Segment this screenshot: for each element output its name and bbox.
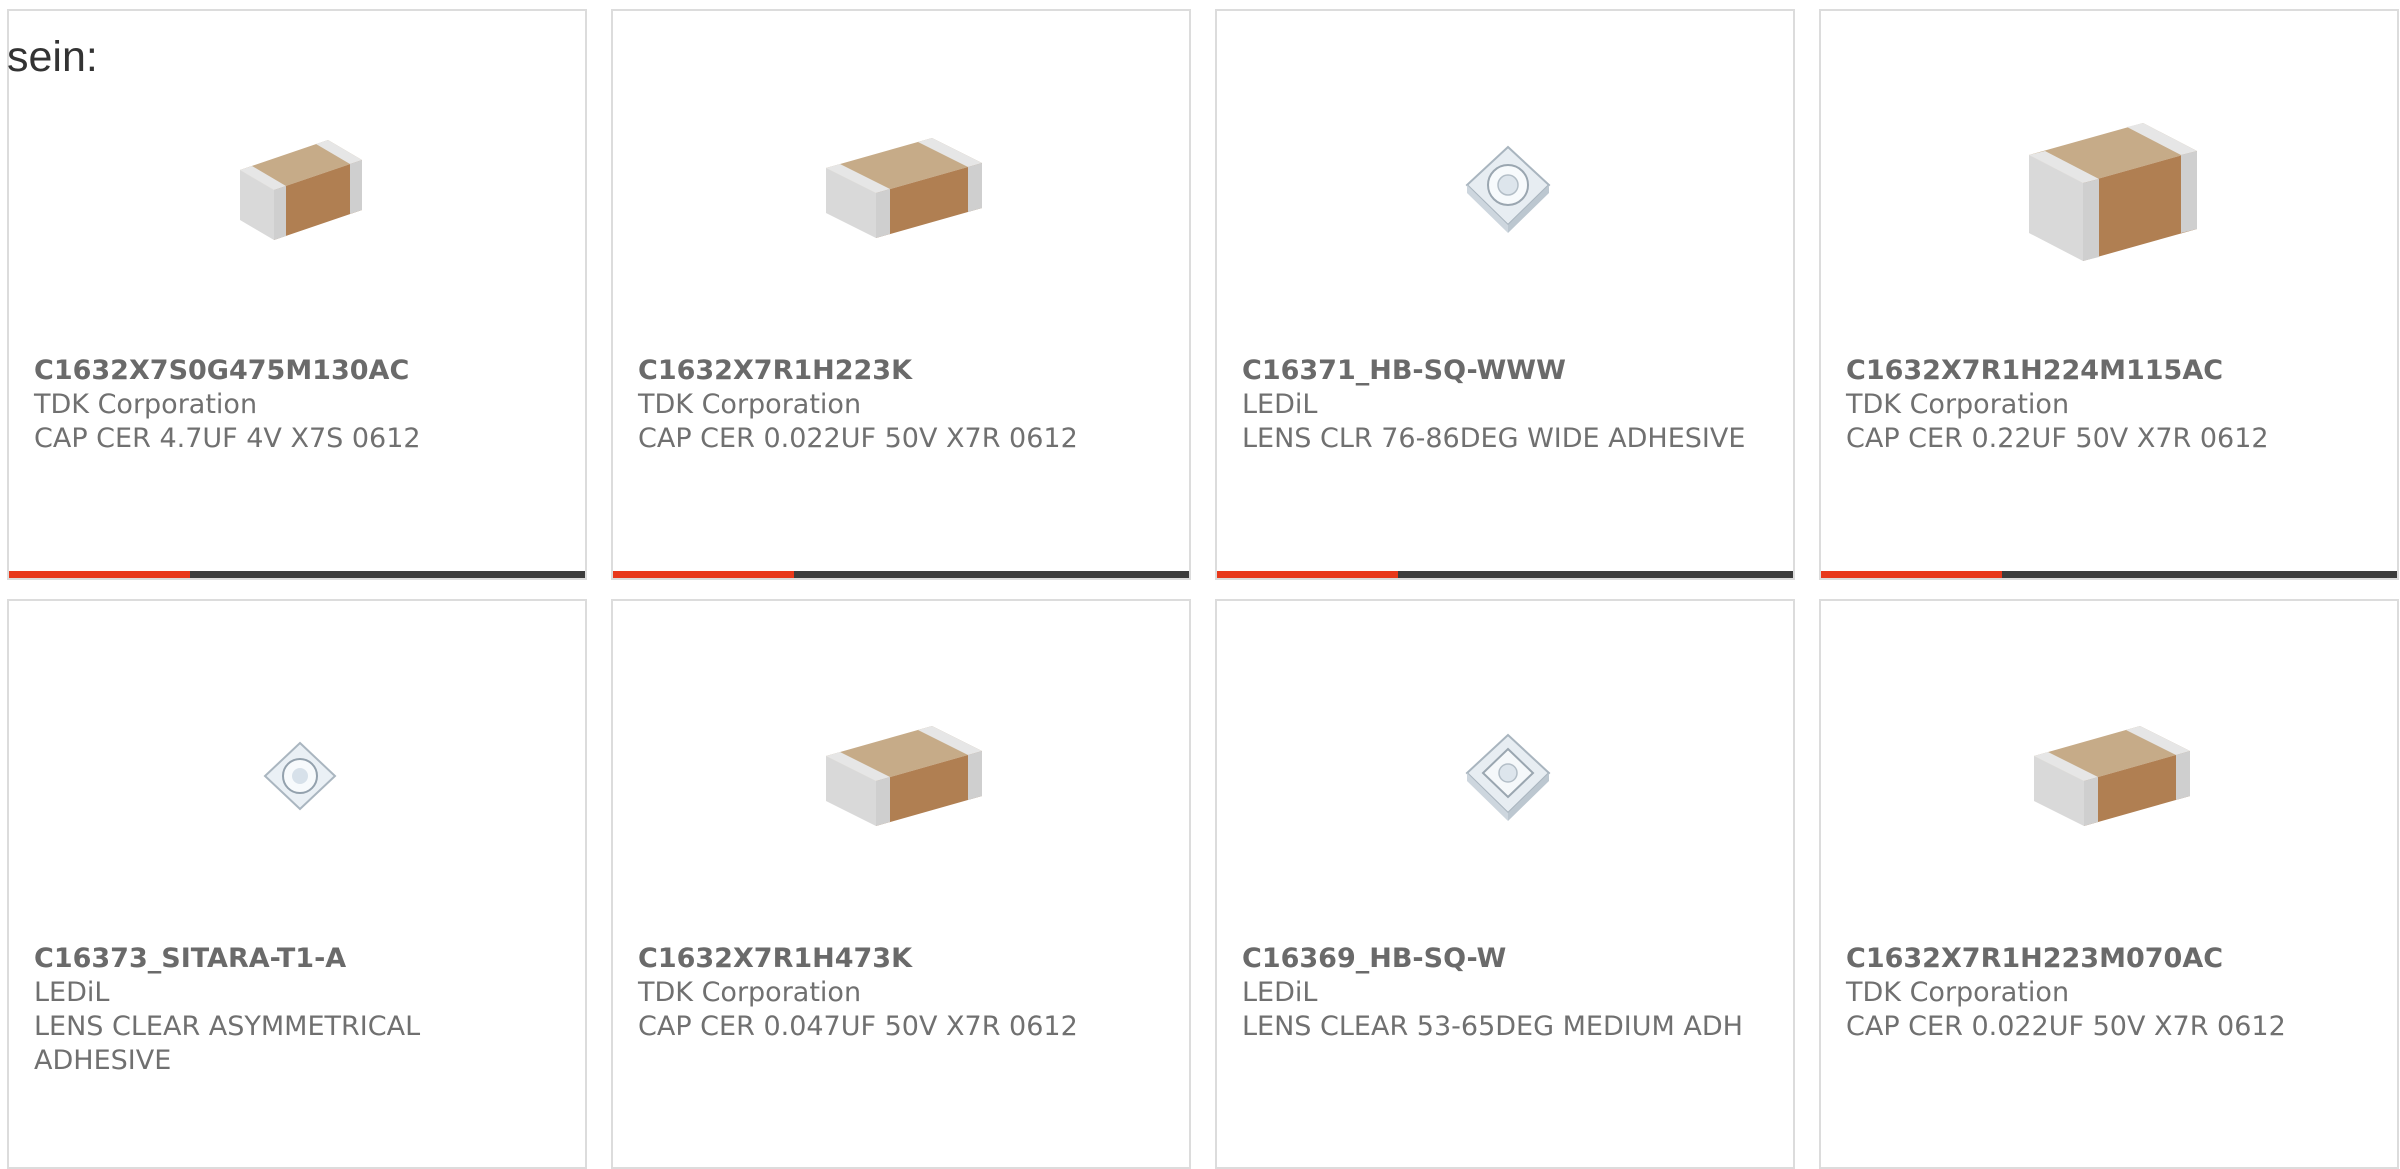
product-card[interactable]: C16373_SITARA-T1-A LEDiL LENS CLEAR ASYM… [7,599,587,1169]
manufacturer: LEDiL [1242,389,1318,420]
manufacturer: LEDiL [34,977,110,1008]
description: LENS CLR 76-86DEG WIDE ADHESIVE [1242,423,1746,454]
description: LENS CLEAR 53-65DEG MEDIUM ADH [1242,1011,1743,1042]
ceramic-capacitor-icon [2007,671,2217,881]
manufacturer: TDK Corporation [1846,389,2070,420]
product-card[interactable]: C1632X7S0G475M130AC TDK Corporation CAP … [7,9,587,580]
description: CAP CER 0.047UF 50V X7R 0612 [638,1011,1078,1042]
product-card[interactable]: C16369_HB-SQ-W LEDiL LENS CLEAR 53-65DEG… [1215,599,1795,1169]
progress-fill [1821,571,2003,578]
intro-text: sein: [7,33,98,81]
part-number[interactable]: C16371_HB-SQ-WWW [1242,354,1773,388]
description: CAP CER 0.022UF 50V X7R 0612 [1846,1011,2286,1042]
product-card[interactable]: C1632X7R1H223K TDK Corporation CAP CER 0… [611,9,1191,580]
manufacturer: LEDiL [1242,977,1318,1008]
part-number[interactable]: C1632X7R1H223K [638,354,1169,388]
part-number[interactable]: C16369_HB-SQ-W [1242,942,1773,976]
product-card[interactable]: C1632X7R1H224M115AC TDK Corporation CAP … [1819,9,2399,580]
part-number[interactable]: C1632X7S0G475M130AC [34,354,565,388]
led-lens-icon [195,671,405,881]
part-number[interactable]: C1632X7R1H223M070AC [1846,942,2377,976]
description: CAP CER 4.7UF 4V X7S 0612 [34,423,421,454]
progress-bar [9,571,585,578]
description: CAP CER 0.022UF 50V X7R 0612 [638,423,1078,454]
description: CAP CER 0.22UF 50V X7R 0612 [1846,423,2269,454]
description: LENS CLEAR ASYMMETRICAL ADHESIVE [34,1011,421,1076]
ceramic-capacitor-icon [799,671,1009,881]
product-grid: C1632X7S0G475M130AC TDK Corporation CAP … [0,0,2400,1169]
product-card[interactable]: C1632X7R1H223M070AC TDK Corporation CAP … [1819,599,2399,1169]
led-lens-icon [1403,83,1613,293]
progress-fill [613,571,795,578]
progress-bar [1821,571,2397,578]
ceramic-capacitor-icon [195,83,405,293]
product-card[interactable]: C16371_HB-SQ-WWW LEDiL LENS CLR 76-86DEG… [1215,9,1795,580]
progress-bar [613,571,1189,578]
progress-fill [9,571,191,578]
manufacturer: TDK Corporation [34,389,258,420]
part-number[interactable]: C1632X7R1H473K [638,942,1169,976]
product-card[interactable]: C1632X7R1H473K TDK Corporation CAP CER 0… [611,599,1191,1169]
part-number[interactable]: C16373_SITARA-T1-A [34,942,565,976]
manufacturer: TDK Corporation [638,389,862,420]
manufacturer: TDK Corporation [1846,977,2070,1008]
manufacturer: TDK Corporation [638,977,862,1008]
ceramic-capacitor-icon [2007,83,2217,293]
led-lens-icon [1403,671,1613,881]
progress-fill [1217,571,1399,578]
part-number[interactable]: C1632X7R1H224M115AC [1846,354,2377,388]
ceramic-capacitor-icon [799,83,1009,293]
progress-bar [1217,571,1793,578]
